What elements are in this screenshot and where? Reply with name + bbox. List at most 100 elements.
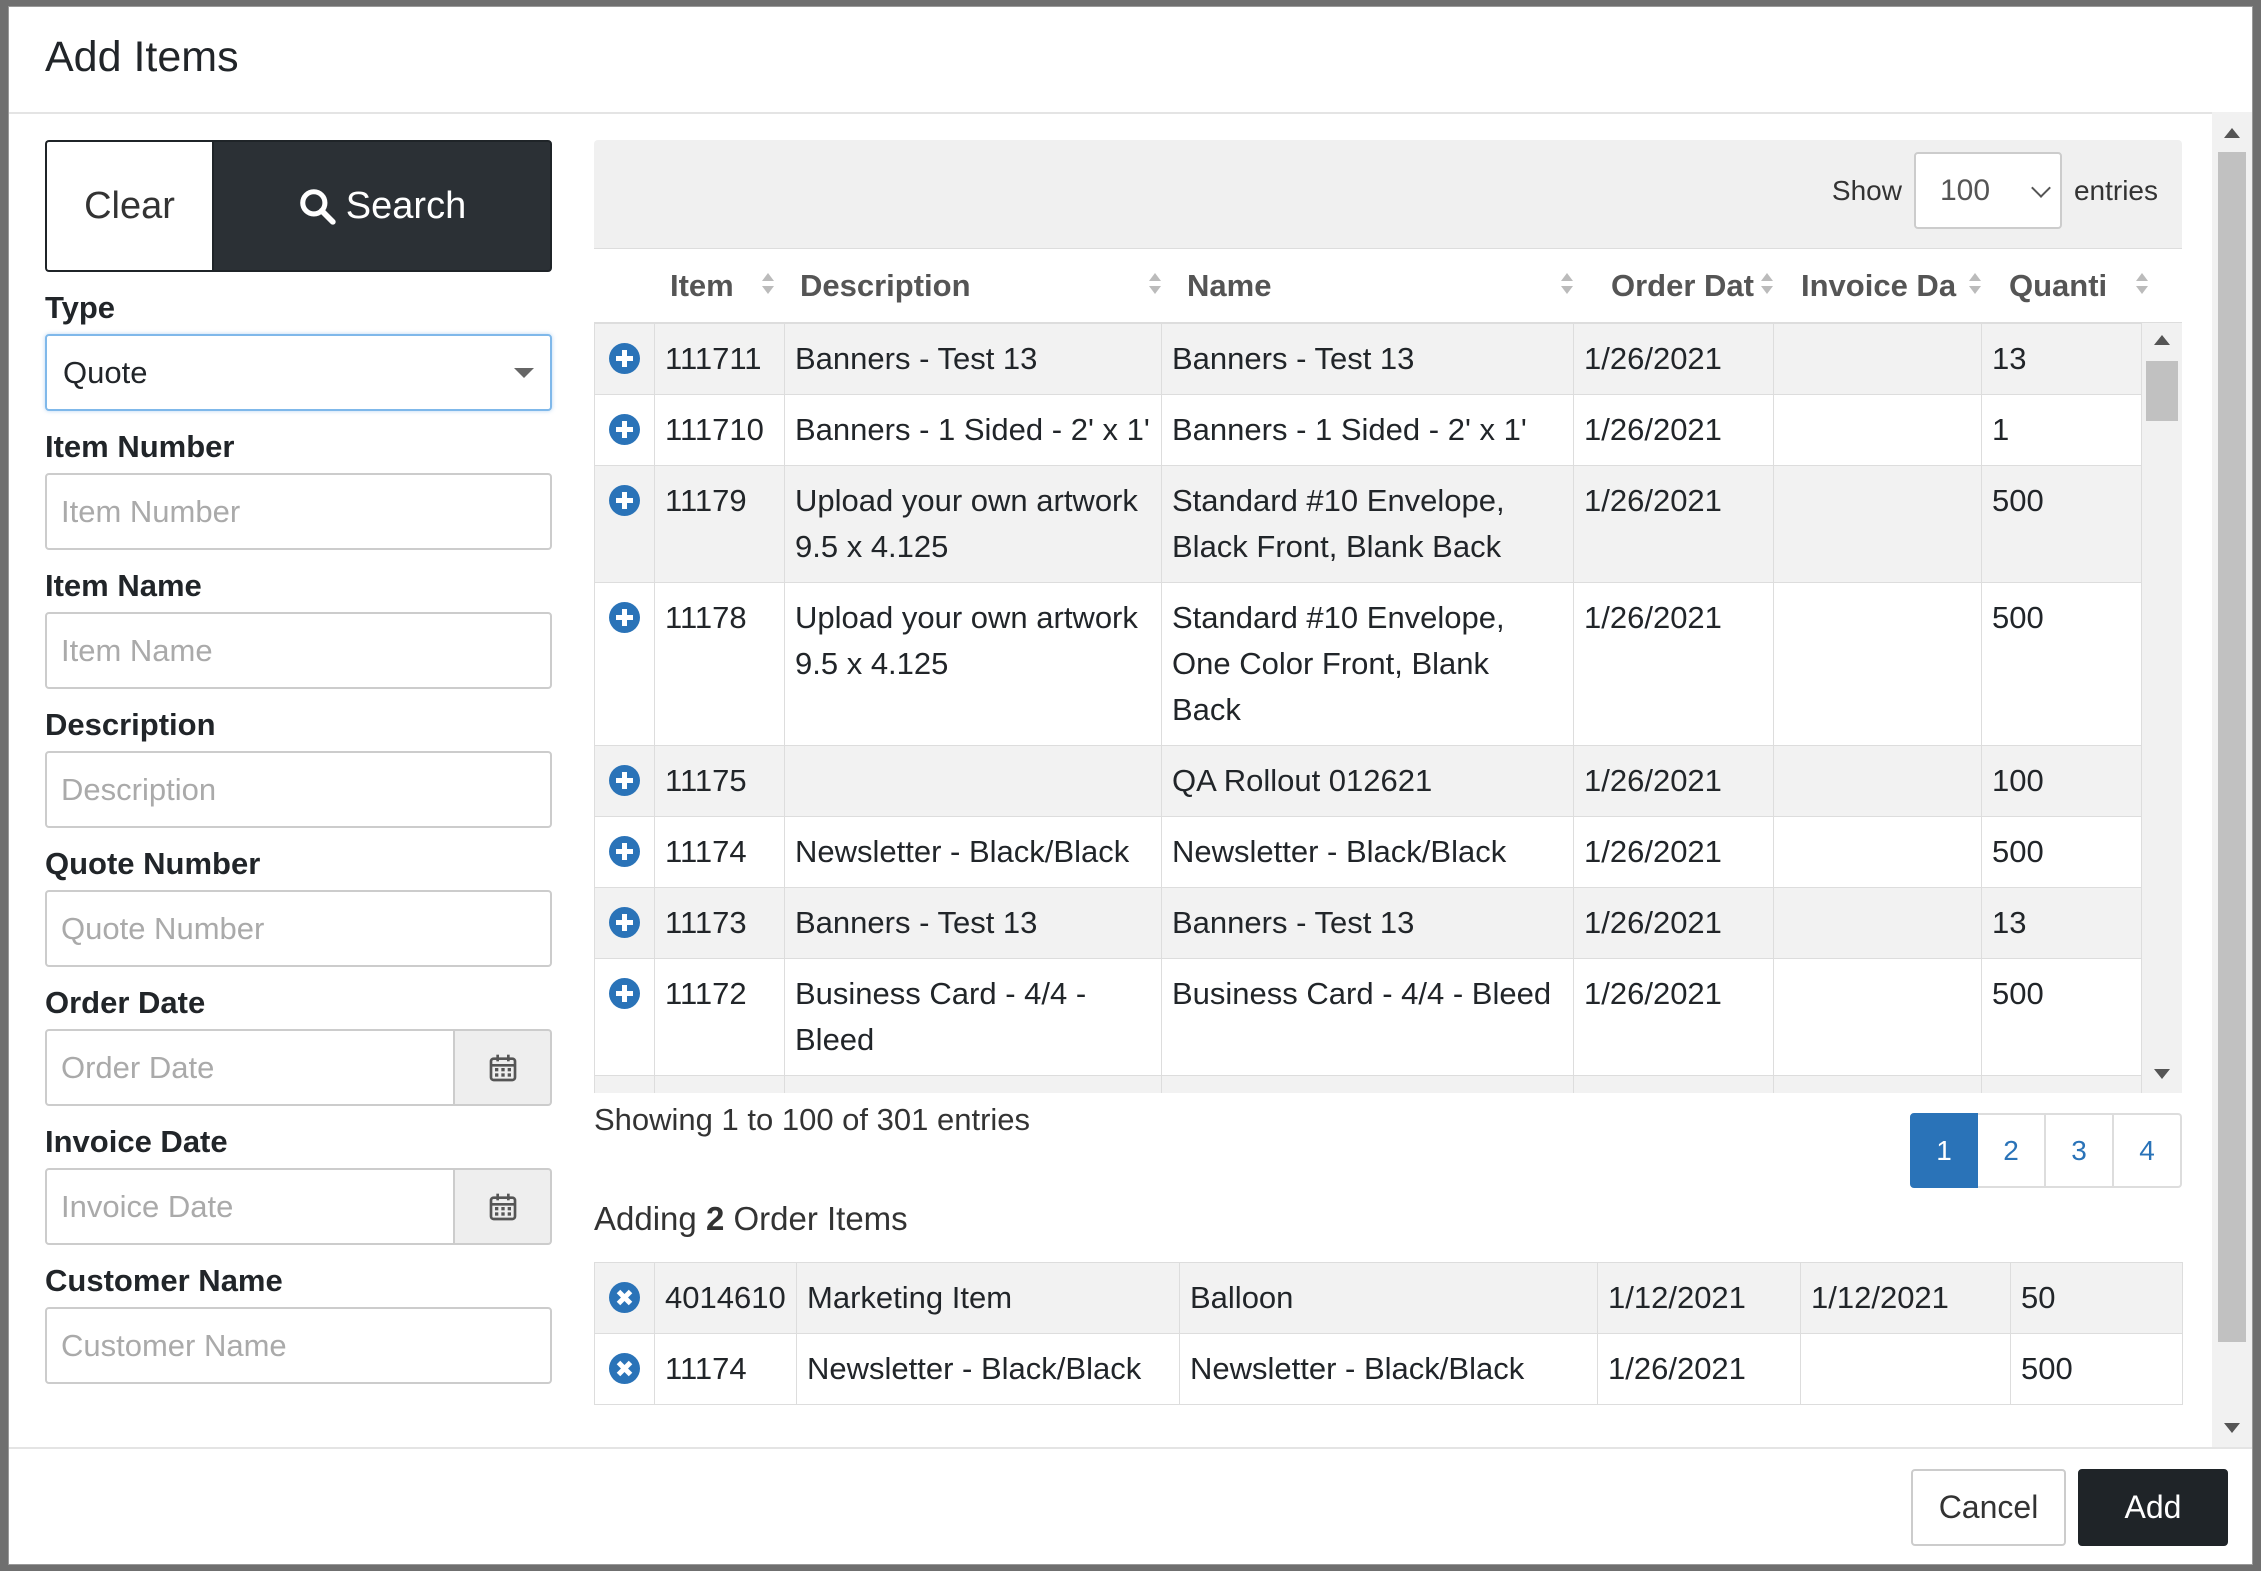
customer-name-label: Customer Name bbox=[45, 1263, 283, 1298]
sort-icon bbox=[1149, 273, 1161, 297]
type-select[interactable]: Quote bbox=[45, 334, 552, 411]
header-quantity[interactable]: Quanti bbox=[1991, 249, 2158, 322]
table-row: 11178 Upload your own artwork 9.5 x 4.125… bbox=[594, 582, 2143, 746]
calendar-icon bbox=[489, 1193, 516, 1220]
remove-circle-icon[interactable] bbox=[609, 1353, 640, 1385]
cell-description: Banners - Test 13 bbox=[784, 323, 1162, 395]
scrollbar-thumb[interactable] bbox=[2146, 361, 2178, 421]
cell-order-date: 1/26/2021 bbox=[1573, 394, 1774, 466]
cell-description: Banners - Test 13 bbox=[784, 887, 1162, 959]
add-circle-icon[interactable] bbox=[609, 765, 640, 797]
cell-order-date: 1/26/2021 bbox=[1573, 323, 1774, 395]
cell-item: 4014610 bbox=[654, 1262, 797, 1334]
add-button[interactable]: Add bbox=[2078, 1469, 2228, 1546]
cell-name: Banners - Test 13 bbox=[1161, 887, 1574, 959]
cell-quantity: 13 bbox=[1981, 887, 2143, 959]
add-circle-icon[interactable] bbox=[609, 602, 640, 634]
invoice-date-label: Invoice Date bbox=[45, 1124, 228, 1159]
table-row: 11175 QA Rollout 012621 1/26/2021 100 bbox=[594, 745, 2143, 817]
scrollbar-thumb[interactable] bbox=[2218, 152, 2246, 1342]
add-circle-icon[interactable] bbox=[609, 907, 640, 939]
add-circle-icon[interactable] bbox=[609, 978, 640, 1010]
scroll-up-icon[interactable] bbox=[2224, 128, 2240, 138]
header-description[interactable]: Description bbox=[784, 249, 1171, 322]
invoice-date-calendar-button[interactable] bbox=[455, 1168, 552, 1245]
remove-circle-icon[interactable] bbox=[609, 1282, 640, 1314]
entries-label: entries bbox=[2073, 174, 2158, 206]
header-order-date[interactable]: Order Dat bbox=[1583, 249, 1783, 322]
scroll-up-icon[interactable] bbox=[2154, 335, 2170, 345]
cell-description: Upload your own artwork 9.5 x 4.125 bbox=[784, 465, 1162, 583]
added-items-table-container: 4014610 Marketing Item Balloon 1/12/2021 1/1… bbox=[594, 1262, 2183, 1405]
cell-invoice-date bbox=[1773, 1075, 1982, 1093]
cell-description bbox=[784, 1075, 1162, 1093]
pagination: 1234 bbox=[1910, 1113, 2182, 1188]
page-button-1[interactable]: 1 bbox=[1910, 1113, 1978, 1188]
cell-quantity: 500 bbox=[1981, 582, 2143, 746]
cell-order-date: 1/26/2021 bbox=[1573, 887, 1774, 959]
sort-icon bbox=[1561, 273, 1573, 297]
cell-name: Balloon bbox=[1179, 1262, 1598, 1334]
cell-item: 11179 bbox=[654, 465, 785, 583]
cell-invoice-date bbox=[1773, 745, 1982, 817]
add-circle-icon[interactable] bbox=[609, 414, 640, 446]
cell-order-date: 1/26/2021 bbox=[1573, 745, 1774, 817]
header-icon-col bbox=[594, 249, 654, 322]
sort-icon bbox=[1969, 273, 1981, 297]
add-row-cell bbox=[594, 582, 655, 746]
search-button-group: Clear Search bbox=[45, 140, 552, 272]
cell-quantity: 50 bbox=[2010, 1262, 2183, 1334]
add-circle-icon[interactable] bbox=[609, 485, 640, 517]
cell-item: 11173 bbox=[654, 887, 785, 959]
invoice-date-input[interactable] bbox=[45, 1168, 455, 1245]
page-button-3[interactable]: 3 bbox=[2046, 1113, 2114, 1188]
description-input[interactable] bbox=[45, 751, 552, 828]
type-label: Type bbox=[45, 290, 116, 325]
item-number-input[interactable] bbox=[45, 473, 552, 550]
cell-invoice-date bbox=[1773, 958, 1982, 1076]
header-item[interactable]: Item bbox=[654, 249, 784, 322]
add-row-cell bbox=[594, 745, 655, 817]
item-name-input[interactable] bbox=[45, 612, 552, 689]
add-row-cell bbox=[594, 465, 655, 583]
results-scrollbar[interactable] bbox=[2141, 323, 2182, 1093]
adding-prefix: Adding bbox=[594, 1200, 706, 1237]
cell-invoice-date bbox=[1773, 394, 1982, 466]
page-length-select[interactable]: 100 bbox=[1913, 152, 2062, 229]
header-name[interactable]: Name bbox=[1171, 249, 1583, 322]
cell-invoice-date bbox=[1773, 582, 1982, 746]
item-number-label: Item Number bbox=[45, 429, 235, 464]
add-row-cell bbox=[594, 958, 655, 1076]
order-date-input[interactable] bbox=[45, 1029, 455, 1106]
cell-item: 11178 bbox=[654, 582, 785, 746]
add-circle-icon[interactable] bbox=[609, 343, 640, 375]
cell-description bbox=[784, 745, 1162, 817]
customer-name-input[interactable] bbox=[45, 1307, 552, 1384]
cell-invoice-date bbox=[1773, 887, 1982, 959]
table-row: 11179 Upload your own artwork 9.5 x 4.125… bbox=[594, 465, 2143, 583]
add-circle-icon[interactable] bbox=[609, 836, 640, 868]
results-table-body: 111711 Banners - Test 13 Banners - Test 13… bbox=[594, 323, 2182, 1093]
order-date-calendar-button[interactable] bbox=[455, 1029, 552, 1106]
cell-item: 11175 bbox=[654, 745, 785, 817]
add-row-cell bbox=[594, 816, 655, 888]
cancel-button[interactable]: Cancel bbox=[1911, 1469, 2066, 1546]
scroll-down-icon[interactable] bbox=[2154, 1069, 2170, 1079]
header-invoice-date[interactable]: Invoice Da bbox=[1783, 249, 1991, 322]
page-button-4[interactable]: 4 bbox=[2114, 1113, 2182, 1188]
cell-name: Newsletter - Black/Black bbox=[1179, 1333, 1598, 1405]
cell-item: 11171 bbox=[654, 1075, 785, 1093]
quote-number-input[interactable] bbox=[45, 890, 552, 967]
page-length-control: Show 100 entries bbox=[1832, 152, 2158, 229]
clear-button[interactable]: Clear bbox=[45, 140, 212, 272]
cell-item: 11172 bbox=[654, 958, 785, 1076]
scroll-down-icon[interactable] bbox=[2224, 1423, 2240, 1433]
header-invoice-date-label: Invoice Da bbox=[1801, 267, 1957, 303]
modal-scrollbar[interactable] bbox=[2212, 112, 2252, 1449]
page-button-2[interactable]: 2 bbox=[1978, 1113, 2046, 1188]
remove-row-cell bbox=[594, 1333, 655, 1405]
add-items-modal: Add Items Clear Search Type Quote Item N… bbox=[8, 6, 2253, 1565]
search-button[interactable]: Search bbox=[212, 140, 552, 272]
cell-name: Standard #10 Envelope, One Color Front, … bbox=[1161, 582, 1574, 746]
modal-header: Add Items bbox=[9, 7, 2252, 114]
